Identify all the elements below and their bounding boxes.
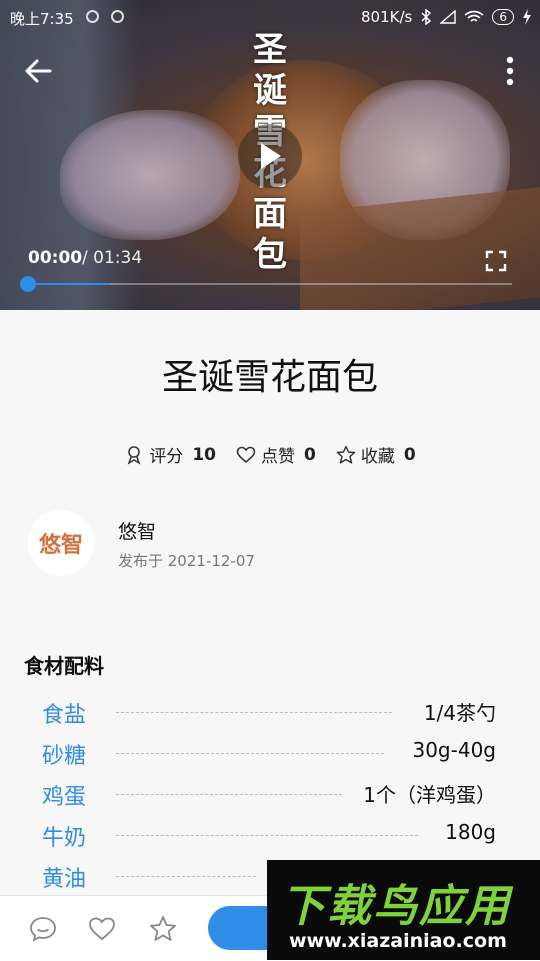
bluetooth-icon [421,9,432,25]
ingredient-amount: 1个（洋鸡蛋） [363,783,496,807]
heart-icon [236,446,256,463]
battery-icon: 6 [492,9,514,25]
ingredient-row: 牛奶 180g [0,820,540,860]
ingredient-row: 砂糖 30g-40g [0,738,540,778]
stat-value: 10 [192,444,216,465]
watermark-url: www.xiazainiao.com [289,930,507,952]
video-player[interactable]: 晚上7:35 801K/s 6 圣诞雪花面包 00:00 / 01:34 [0,0,540,310]
time-separator: / [82,248,94,268]
like-icon[interactable] [87,914,117,944]
network-speed: 801K/s [361,8,413,26]
recipe-title: 圣诞雪花面包 [161,357,378,398]
back-arrow-icon[interactable] [24,58,54,84]
ingredients-heading: 食材配料 [24,654,104,678]
total-time-value: 01:34 [93,248,143,268]
stat-value: 0 [403,444,416,465]
ingredient-row: 鸡蛋 1个（洋鸡蛋） [0,779,540,819]
star-icon [336,445,356,464]
ingredient-amount: 180g [445,820,496,844]
ingredient-name: 鸡蛋 [42,785,87,810]
video-frame-hand [60,110,240,240]
comment-icon[interactable] [28,914,58,944]
video-progress-handle[interactable] [20,276,36,292]
play-button[interactable] [238,124,302,188]
author-avatar[interactable]: 悠智 [28,510,94,576]
favorite-icon[interactable] [148,914,178,944]
ingredient-leader [116,794,342,795]
ingredient-row: 食盐 1/4茶勺 [0,697,540,737]
stat-label: 点赞 [260,447,295,467]
author-name[interactable]: 悠智 [118,517,156,544]
author-logo-text: 悠智 [38,533,83,558]
ingredient-amount: 30g-40g [412,738,496,762]
stat-label: 评分 [149,447,184,467]
video-current-time: 00:00 [28,248,83,268]
recipe-stats: 评分 10 点赞 0 收藏 0 [0,442,540,467]
rating-icon [127,445,141,465]
ingredient-name: 黄油 [42,867,87,892]
stat-favorites[interactable]: 收藏 0 [336,442,416,467]
stat-label: 收藏 [360,447,395,467]
ingredient-leader [116,835,418,836]
ingredient-leader [116,712,392,713]
status-time: 晚上7:35 [10,10,74,28]
ingredient-name: 食盐 [42,703,87,728]
video-progress-track[interactable] [28,283,512,285]
fullscreen-icon[interactable] [485,250,507,272]
ingredient-name: 牛奶 [42,826,87,851]
publish-date: 发布于 2021-12-07 [118,552,255,570]
notification-icon [86,10,99,23]
video-total-time: / 01:34 [82,248,142,268]
video-progress-fill [28,283,110,285]
play-icon [261,143,281,169]
ingredient-leader [116,876,256,877]
notification-icon [111,10,124,23]
ingredient-leader [116,753,384,754]
stat-rating: 评分 10 [124,442,216,467]
status-bar: 晚上7:35 801K/s 6 [0,0,540,34]
signal-icon [440,10,457,24]
charging-icon [523,9,531,25]
ingredient-amount: 1/4茶勺 [423,701,496,725]
ingredient-name: 砂糖 [42,744,87,769]
wifi-icon [464,10,484,22]
stat-likes[interactable]: 点赞 0 [236,442,316,467]
stat-value: 0 [303,444,316,465]
watermark-brand: 下载鸟应用 [281,881,511,932]
watermark: 下载鸟应用 www.xiazainiao.com [267,860,540,960]
more-menu-icon[interactable] [506,56,514,86]
